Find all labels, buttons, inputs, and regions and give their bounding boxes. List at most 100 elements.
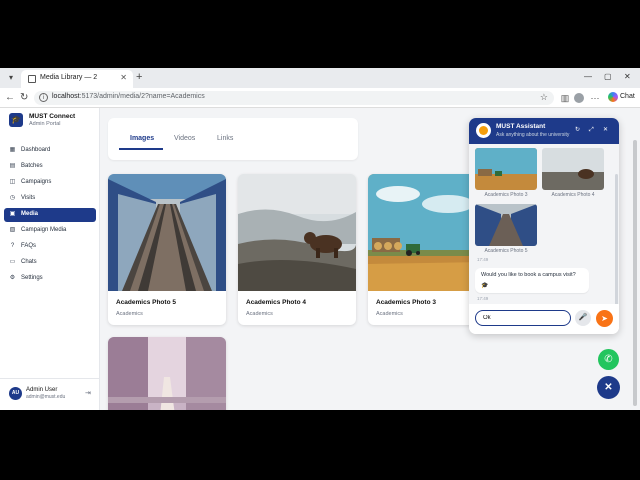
thumbnail-caption: Academics Photo 4	[551, 192, 595, 198]
more-options-icon[interactable]: ⋯	[590, 93, 600, 103]
copilot-chat-button[interactable]: Chat	[620, 93, 635, 100]
tab-videos[interactable]: Videos	[174, 135, 195, 142]
chat-messages: Academics Photo 3 Academics Photo 4 Acad…	[469, 144, 619, 324]
logout-icon[interactable]: ⇥	[85, 389, 91, 397]
assistant-message: Would you like to book a campus visit? 🎓	[475, 268, 589, 293]
chat-image-thumbnail[interactable]	[475, 148, 537, 190]
message-text: Would you like to book a campus visit?	[481, 272, 576, 278]
visits-icon: ◷	[9, 195, 16, 201]
bookmark-star-icon[interactable]: ☆	[540, 92, 548, 103]
maximize-icon[interactable]: ▢	[604, 72, 612, 82]
chat-image-thumbnail[interactable]	[475, 204, 537, 246]
tab-list-icon[interactable]: ▾	[4, 72, 18, 84]
refresh-chat-icon[interactable]: ↻	[575, 126, 580, 134]
page-favicon-icon	[28, 75, 36, 83]
batches-icon: ▤	[9, 163, 16, 169]
message-timestamp: 17:49	[477, 296, 489, 301]
brand-subtitle: Admin Portal	[29, 121, 61, 127]
sidebar-item-campaign-media[interactable]: ▧ Campaign Media	[4, 224, 96, 238]
sidebar-item-faqs[interactable]: ? FAQs	[4, 240, 96, 254]
sidebar-item-label: Campaigns	[21, 179, 52, 185]
url-field[interactable]: i localhost:5173/admin/media/2?name=Acad…	[34, 91, 554, 105]
active-tab-indicator	[119, 148, 163, 150]
avatar: AU	[9, 387, 22, 400]
tab-links[interactable]: Links	[217, 135, 233, 142]
user-email: admin@must.edu	[26, 394, 66, 400]
url-host: localhost	[52, 93, 80, 100]
bear-on-hillside-thumbnail	[542, 148, 604, 190]
campaign-media-icon: ▧	[9, 227, 16, 233]
sidebar-item-batches[interactable]: ▤ Batches	[4, 160, 96, 174]
tab-title: Media Library — 2	[40, 74, 98, 81]
close-assistant-button[interactable]: ✕	[597, 376, 620, 399]
chat-title: MUST Assistant	[496, 123, 546, 130]
media-icon: ▣	[9, 211, 16, 217]
sidebar-nav: ▦ Dashboard ▤ Batches ◫ Campaigns ◷ Visi…	[4, 144, 96, 288]
close-tab-icon[interactable]: ✕	[120, 73, 127, 82]
close-chat-icon[interactable]: ✕	[603, 126, 608, 134]
sidebar-item-label: Media	[21, 211, 39, 217]
media-card[interactable]: Academics Photo 5 Academics	[108, 174, 226, 325]
message-timestamp: 17:49	[477, 257, 489, 262]
chats-icon: ▭	[9, 259, 16, 265]
dashboard-icon: ▦	[9, 147, 16, 153]
brand-name: MUST Connect	[29, 113, 76, 120]
close-window-icon[interactable]: ✕	[624, 72, 631, 82]
url-text: localhost:5173/admin/media/2?name=Academ…	[52, 93, 205, 100]
assistant-chat-panel: MUST Assistant Ask anything about the un…	[469, 118, 619, 334]
whatsapp-icon[interactable]: ✆	[598, 349, 619, 370]
page-scrollbar[interactable]	[633, 140, 637, 406]
media-title: Academics Photo 5	[116, 299, 176, 306]
sidebar-item-label: Batches	[21, 163, 43, 169]
thumbnail-caption: Academics Photo 5	[484, 248, 528, 254]
sidebar: 🎓 MUST Connect Admin Portal ▦ Dashboard …	[0, 108, 100, 410]
sidebar-item-dashboard[interactable]: ▦ Dashboard	[4, 144, 96, 158]
browser-window: ▾ Media Library — 2 ✕ + — ▢ ✕ ← ↻ i loca…	[0, 68, 640, 410]
expand-chat-icon[interactable]: ⤢	[589, 126, 594, 134]
url-path: :5173/admin/media/2?name=Academics	[79, 93, 205, 100]
reload-icon[interactable]: ↻	[20, 92, 28, 104]
browser-tab[interactable]: Media Library — 2 ✕	[21, 70, 133, 88]
sidebar-item-label: Visits	[21, 195, 36, 201]
site-info-icon[interactable]: i	[39, 93, 48, 102]
sidebar-item-label: FAQs	[21, 243, 37, 249]
minimize-icon[interactable]: —	[584, 72, 592, 82]
back-icon[interactable]: ←	[5, 92, 15, 104]
address-bar-row: ← ↻ i localhost:5173/admin/media/2?name=…	[0, 88, 640, 108]
campaigns-icon: ◫	[9, 179, 16, 185]
admin-app: 🎓 MUST Connect Admin Portal ▦ Dashboard …	[0, 108, 640, 410]
new-tab-icon[interactable]: +	[136, 71, 142, 83]
media-title: Academics Photo 3	[376, 299, 436, 306]
media-category: Academics	[246, 311, 273, 317]
send-button[interactable]: ➤	[596, 310, 613, 327]
chat-image-thumbnail[interactable]	[542, 148, 604, 190]
sidebar-item-campaigns[interactable]: ◫ Campaigns	[4, 176, 96, 190]
sidebar-item-label: Settings	[21, 275, 43, 281]
split-screen-icon[interactable]: ▥	[560, 93, 570, 103]
chat-scrollbar[interactable]	[615, 174, 618, 324]
settings-icon: ⚙	[9, 275, 16, 281]
sidebar-item-label: Dashboard	[21, 147, 51, 153]
sidebar-item-label: Campaign Media	[21, 227, 67, 233]
chat-composer: 🎤 ➤	[469, 304, 619, 334]
user-profile: AU Admin User admin@must.edu ⇥	[0, 378, 100, 410]
media-card[interactable]: Academics Photo 4 Academics	[238, 174, 356, 325]
faq-icon: ?	[10, 243, 15, 249]
sidebar-item-visits[interactable]: ◷ Visits	[4, 192, 96, 206]
tab-images[interactable]: Images	[130, 135, 154, 142]
copilot-icon[interactable]	[608, 92, 618, 102]
media-title: Academics Photo 4	[246, 299, 306, 306]
sidebar-item-media[interactable]: ▣ Media	[4, 208, 96, 222]
railway-tracks-thumbnail	[475, 204, 537, 246]
sidebar-item-settings[interactable]: ⚙ Settings	[4, 272, 96, 286]
chat-header: MUST Assistant Ask anything about the un…	[469, 118, 619, 144]
chat-message-input[interactable]	[475, 310, 571, 326]
assistant-logo-icon	[476, 123, 491, 138]
media-card[interactable]	[108, 337, 226, 410]
chat-subtitle: Ask anything about the university	[496, 132, 570, 138]
microphone-icon[interactable]: 🎤	[575, 310, 591, 326]
railway-tracks-image	[108, 174, 226, 291]
sidebar-item-chats[interactable]: ▭ Chats	[4, 256, 96, 270]
profile-avatar-icon[interactable]	[574, 93, 584, 103]
media-category: Academics	[116, 311, 143, 317]
